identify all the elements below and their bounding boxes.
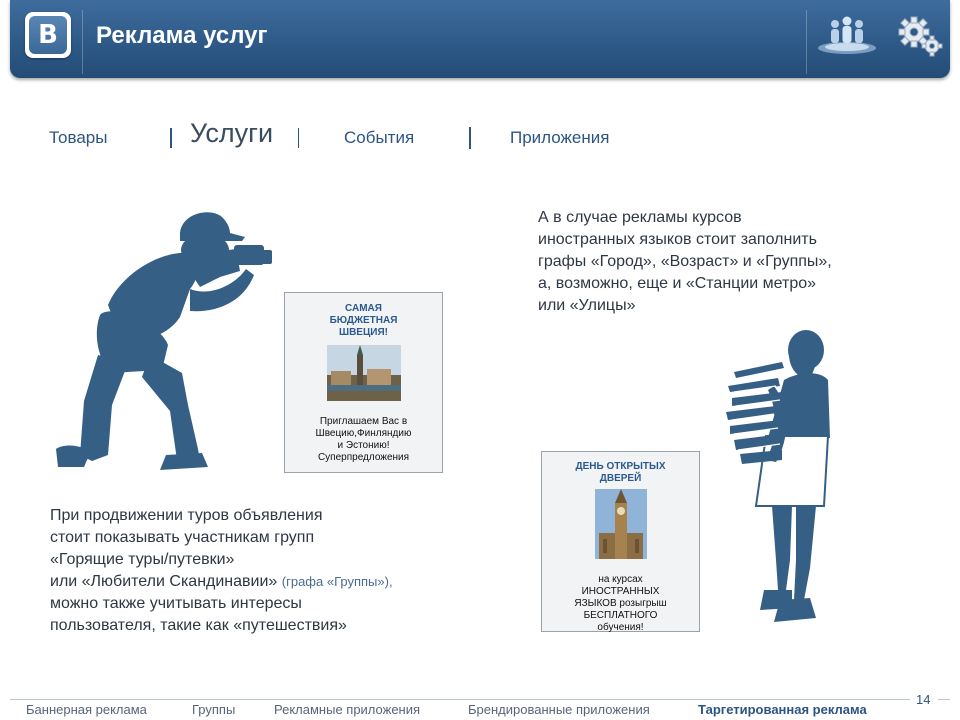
service-tabs: Товары Услуги События Приложения [0, 118, 960, 156]
header-bar: B Реклама услуг [10, 0, 950, 78]
header-divider [806, 10, 807, 74]
tours-description: При продвижении туров объявления стоит п… [50, 505, 480, 637]
courses-description: А в случае рекламы курсов иностранных яз… [538, 209, 832, 314]
girl-with-books-silhouette [726, 330, 830, 622]
people-icon[interactable] [816, 14, 878, 56]
ad-sweden[interactable]: САМАЯ БЮДЖЕТНАЯ ШВЕЦИЯ! Приглашаем Вас в… [284, 292, 443, 473]
footer-link-banner-ads[interactable]: Баннерная реклама [26, 702, 147, 717]
ad-sweden-text: Приглашаем Вас в Швецию,Финляндию и Эсто… [315, 416, 412, 463]
footer-link-groups[interactable]: Группы [192, 702, 235, 717]
page-title: Реклама услуг [96, 22, 268, 49]
big-ben-photo [594, 489, 647, 559]
footer-link-branded-apps[interactable]: Брендированные приложения [468, 702, 650, 717]
footer-link-targeted-ads[interactable]: Таргетированная реклама [698, 702, 867, 717]
ad-courses-text: на курсах ИНОСТРАННЫХ ЯЗЫКОВ розыгрыш БЕ… [574, 574, 667, 633]
tab-separator [469, 127, 471, 149]
tab-services[interactable]: Услуги [190, 118, 273, 149]
tab-apps[interactable]: Приложения [510, 128, 609, 148]
stockholm-photo [326, 345, 401, 401]
tab-separator [298, 128, 299, 148]
vk-logo-icon[interactable]: B [25, 12, 71, 58]
ad-courses-title: ДЕНЬ ОТКРЫТЫХ ДВЕРЕЙ [575, 461, 666, 484]
footer-divider [10, 699, 910, 700]
tab-separator [170, 128, 172, 148]
tab-goods[interactable]: Товары [49, 128, 107, 148]
footer-link-ad-apps[interactable]: Рекламные приложения [274, 702, 420, 717]
footer-nav: Баннерная реклама Группы Рекламные прило… [0, 702, 960, 720]
footer-divider [938, 699, 950, 700]
tab-events[interactable]: События [344, 128, 414, 148]
tours-description-line4: или «Любители Скандинавии» (графа «Групп… [50, 573, 393, 590]
gear-icon[interactable] [898, 16, 944, 58]
photographer-silhouette [56, 212, 272, 470]
ad-sweden-title: САМАЯ БЮДЖЕТНАЯ ШВЕЦИЯ! [329, 303, 398, 338]
ad-courses[interactable]: ДЕНЬ ОТКРЫТЫХ ДВЕРЕЙ на курсах ИНОСТРАНН… [541, 451, 700, 633]
header-divider [82, 10, 83, 74]
